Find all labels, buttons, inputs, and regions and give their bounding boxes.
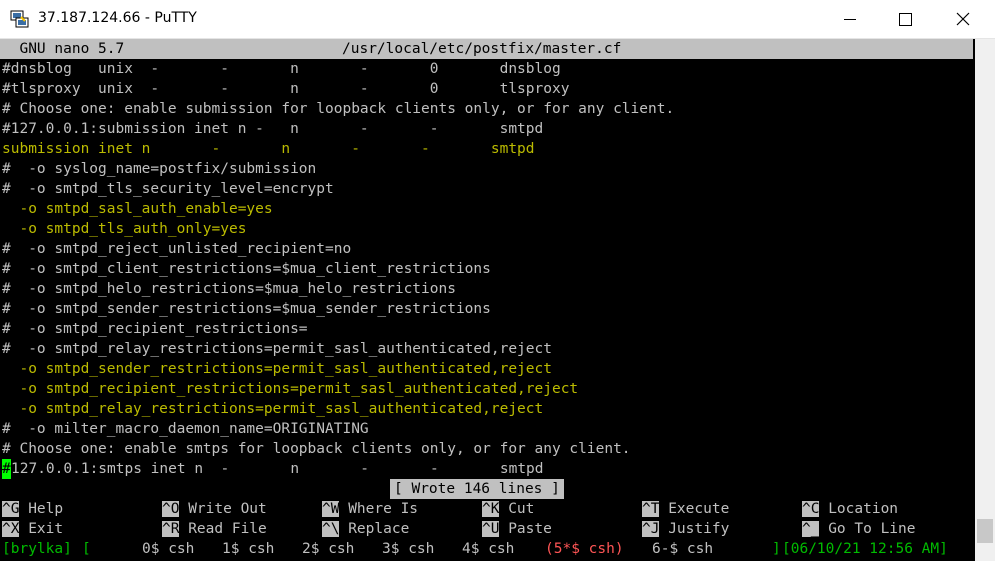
maximize-icon [898,12,912,26]
editor-line[interactable]: # Choose one: enable smtps for loopback … [2,439,631,459]
editor-line[interactable]: -o smtpd_sender_restrictions=permit_sasl… [2,359,552,379]
nano-header-version: GNU nano 5.7 [2,39,125,59]
screen-window-3[interactable]: 3$ csh [382,539,434,559]
editor-line[interactable]: # -o smtpd_client_restrictions=$mua_clie… [2,259,491,279]
close-button[interactable] [940,0,986,38]
editor-line[interactable]: # -o smtpd_tls_security_level=encrypt [2,179,334,199]
editor-line[interactable]: -o smtpd_tls_auth_only=yes [2,219,246,239]
shortcut-where-is[interactable]: ^W Where Is [322,499,418,519]
editor-line[interactable]: 127.0.0.1:smtps inet n - n - - smtpd [11,459,544,479]
putty-window: 37.187.124.66 - PuTTY GNU nano 5.7 /usr/… [0,0,995,561]
editor-line[interactable]: # -o smtpd_helo_restrictions=$mua_helo_r… [2,279,456,299]
shortcut-cut[interactable]: ^K Cut [482,499,534,519]
editor-line[interactable]: -o smtpd_recipient_restrictions=permit_s… [2,379,578,399]
editor-line[interactable]: #tlsproxy unix - - n - 0 tlsproxy [2,79,569,99]
shortcut-help[interactable]: ^G Help [2,499,63,519]
editor-line[interactable]: # -o smtpd_reject_unlisted_recipient=no [2,239,351,259]
editor-line[interactable]: #127.0.0.1:submission inet n - n - - smt… [2,119,543,139]
close-icon [956,12,970,26]
screen-window-5-active[interactable]: (5*$ csh) [545,539,624,559]
scrollbar-thumb[interactable] [977,519,993,543]
screen-window-6[interactable]: 6-$ csh [652,539,713,559]
editor-line[interactable]: submission inet n - n - - smtpd [2,139,535,159]
text-cursor: # [2,459,11,479]
maximize-button[interactable] [882,0,928,38]
shortcut-read-file[interactable]: ^R Read File [162,519,267,539]
shortcut-location[interactable]: ^C Location [802,499,898,519]
window-title: 37.187.124.66 - PuTTY [38,10,197,26]
vertical-scrollbar[interactable] [975,39,995,561]
screen-window-0[interactable]: 0$ csh [142,539,194,559]
editor-line[interactable]: # -o smtpd_relay_restrictions=permit_sas… [2,339,552,359]
screen-window-list-open: [ [82,541,91,557]
putty-app-icon[interactable] [10,9,30,29]
shortcut-go-to-line[interactable]: ^_ Go To Line [802,519,916,539]
minimize-icon [844,18,856,20]
editor-line[interactable]: -o smtpd_sasl_auth_enable=yes [2,199,272,219]
editor-line[interactable]: #dnsblog unix - - n - 0 dnsblog [2,59,561,79]
editor-line[interactable]: # -o milter_macro_daemon_name=ORIGINATIN… [2,419,369,439]
screen-window-list-close: ] [772,541,781,557]
shortcut-exit[interactable]: ^X Exit [2,519,63,539]
shortcut-paste[interactable]: ^U Paste [482,519,552,539]
editor-line[interactable]: # -o syslog_name=postfix/submission [2,159,316,179]
minimize-button[interactable] [827,0,873,38]
shortcut-replace[interactable]: ^\ Replace [322,519,409,539]
screen-window-1[interactable]: 1$ csh [222,539,274,559]
shortcut-justify[interactable]: ^J Justify [642,519,729,539]
editor-line[interactable]: # -o smtpd_recipient_restrictions= [2,319,308,339]
screen-window-2[interactable]: 2$ csh [302,539,354,559]
editor-line[interactable]: -o smtpd_relay_restrictions=permit_sasl_… [2,399,543,419]
editor-line[interactable]: # -o smtpd_sender_restrictions=$mua_send… [2,299,491,319]
shortcut-write-out[interactable]: ^O Write Out [162,499,267,519]
nano-status-message: [ Wrote 146 lines ] [390,479,564,499]
screen-hostname: [brylka] [2,541,72,557]
screen-window-4[interactable]: 4$ csh [462,539,514,559]
shortcut-execute[interactable]: ^T Execute [642,499,729,519]
terminal-area[interactable]: GNU nano 5.7 /usr/local/etc/postfix/mast… [0,39,975,561]
title-bar: 37.187.124.66 - PuTTY [0,0,995,39]
nano-header-filename: /usr/local/etc/postfix/master.cf [342,39,622,59]
editor-line[interactable]: # Choose one: enable submission for loop… [2,99,674,119]
screen-datetime: [06/10/21 12:56 AM] [782,541,948,557]
